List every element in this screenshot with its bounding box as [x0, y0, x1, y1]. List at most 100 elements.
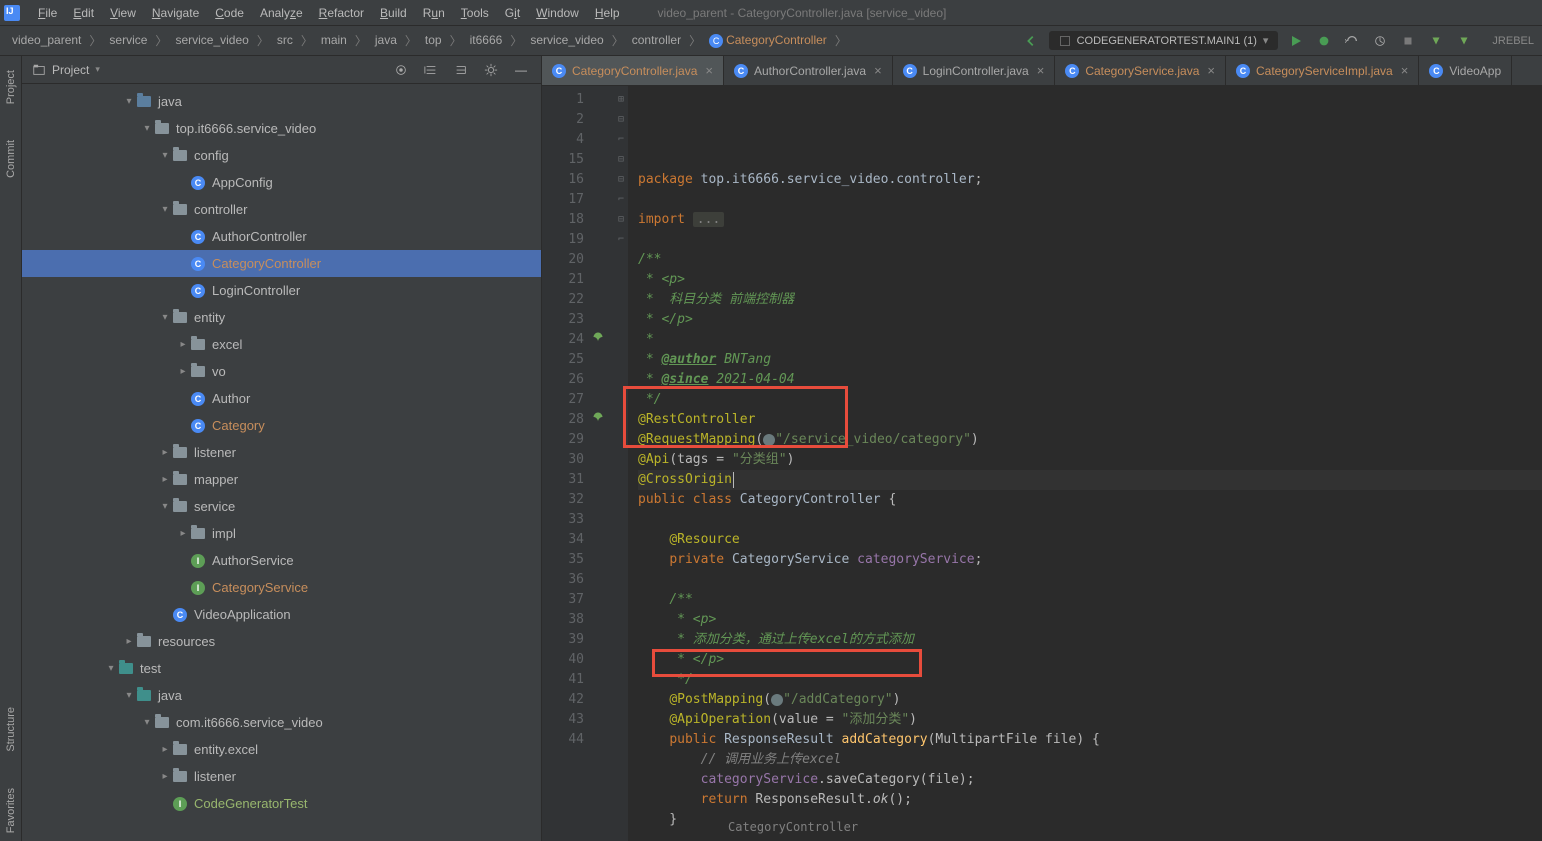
- tree-item[interactable]: ▸excel: [22, 331, 541, 358]
- menu-navigate[interactable]: Navigate: [144, 3, 207, 23]
- menu-refactor[interactable]: Refactor: [311, 3, 372, 23]
- toolbar-right: CODEGENERATORTEST.MAIN1 (1) ▾ JREBEL: [1021, 31, 1534, 51]
- tab-favorites[interactable]: Favorites: [3, 780, 19, 841]
- profile-button[interactable]: [1370, 31, 1390, 51]
- tree-item[interactable]: ▸impl: [22, 520, 541, 547]
- tree-item[interactable]: ▸vo: [22, 358, 541, 385]
- jrebel-button2[interactable]: [1454, 31, 1474, 51]
- tree-item[interactable]: ▾java: [22, 88, 541, 115]
- ide-logo: [4, 5, 20, 21]
- tree-item[interactable]: CLoginController: [22, 277, 541, 304]
- project-panel-title[interactable]: Project ▾: [32, 63, 100, 77]
- tree-item[interactable]: ▸listener: [22, 439, 541, 466]
- run-configuration[interactable]: CODEGENERATORTEST.MAIN1 (1) ▾: [1049, 31, 1279, 50]
- tab-project[interactable]: Project: [3, 62, 19, 112]
- editor-tab[interactable]: CCategoryServiceImpl.java×: [1226, 56, 1419, 85]
- gutter-fold[interactable]: ⊞⊟⌐⊟⊟⌐⊟⌐: [614, 86, 628, 841]
- editor-tab[interactable]: CVideoApp: [1419, 56, 1512, 85]
- tree-item[interactable]: ▾service: [22, 493, 541, 520]
- window-title: video_parent - CategoryController.java […: [658, 6, 947, 20]
- crumb[interactable]: it6666: [466, 31, 507, 49]
- back-button[interactable]: [1021, 31, 1041, 51]
- menu-tools[interactable]: Tools: [453, 3, 497, 23]
- menu-window[interactable]: Window: [528, 3, 587, 23]
- menu-build[interactable]: Build: [372, 3, 415, 23]
- close-icon[interactable]: ×: [872, 63, 882, 78]
- tree-item[interactable]: ▾com.it6666.service_video: [22, 709, 541, 736]
- crumb[interactable]: service: [105, 31, 151, 49]
- menu-git[interactable]: Git: [497, 3, 528, 23]
- close-icon[interactable]: ×: [1399, 63, 1409, 78]
- gutter-icons: [592, 86, 614, 841]
- editor-body: 1241516171819202122232425262728293031323…: [542, 86, 1542, 841]
- tree-item[interactable]: ▸entity.excel: [22, 736, 541, 763]
- crumb[interactable]: top: [421, 31, 446, 49]
- collapse-all-icon[interactable]: [451, 60, 471, 80]
- tree-item[interactable]: IAuthorService: [22, 547, 541, 574]
- close-icon[interactable]: ×: [1205, 63, 1215, 78]
- tree-item[interactable]: ▸listener: [22, 763, 541, 790]
- project-panel-header: Project ▾ —: [22, 56, 541, 84]
- menu-run[interactable]: Run: [415, 3, 453, 23]
- editor-tabs: CCategoryController.java×CAuthorControll…: [542, 56, 1542, 86]
- stop-button[interactable]: [1398, 31, 1418, 51]
- tree-item[interactable]: ▾java: [22, 682, 541, 709]
- editor-tab[interactable]: CCategoryService.java×: [1055, 56, 1226, 85]
- jrebel-button[interactable]: [1426, 31, 1446, 51]
- tree-item[interactable]: ICodeGeneratorTest: [22, 790, 541, 817]
- menubar: File Edit View Navigate Code Analyze Ref…: [0, 0, 1542, 26]
- navigation-bar: video_parent〉 service〉 service_video〉 sr…: [0, 26, 1542, 56]
- settings-icon[interactable]: [481, 60, 501, 80]
- crumb-active[interactable]: CCategoryController: [705, 31, 831, 50]
- menu-help[interactable]: Help: [587, 3, 628, 23]
- panel-toolbar: —: [391, 60, 531, 80]
- close-icon[interactable]: ×: [1035, 63, 1045, 78]
- crumb[interactable]: java: [371, 31, 401, 49]
- crumb[interactable]: service_video: [171, 31, 252, 49]
- tree-item[interactable]: ICategoryService: [22, 574, 541, 601]
- coverage-button[interactable]: [1342, 31, 1362, 51]
- editor-tab[interactable]: CCategoryController.java×: [542, 56, 724, 85]
- select-opened-icon[interactable]: [391, 60, 411, 80]
- close-icon[interactable]: ×: [703, 63, 713, 78]
- jrebel-label: JREBEL: [1492, 35, 1534, 47]
- menu-file[interactable]: File: [30, 3, 65, 23]
- crumb[interactable]: src: [273, 31, 297, 49]
- project-tree[interactable]: ▾java▾top.it6666.service_video▾configCAp…: [22, 84, 541, 841]
- editor-tab[interactable]: CLoginController.java×: [893, 56, 1056, 85]
- code-editor[interactable]: package top.it6666.service_video.control…: [628, 86, 1542, 841]
- tree-item[interactable]: ▾entity: [22, 304, 541, 331]
- editor-tab[interactable]: CAuthorController.java×: [724, 56, 893, 85]
- expand-all-icon[interactable]: [421, 60, 441, 80]
- tab-structure[interactable]: Structure: [3, 699, 19, 760]
- menu-edit[interactable]: Edit: [65, 3, 102, 23]
- tree-item[interactable]: CAuthor: [22, 385, 541, 412]
- tree-item[interactable]: ▸resources: [22, 628, 541, 655]
- breadcrumbs: video_parent〉 service〉 service_video〉 sr…: [8, 31, 849, 50]
- tree-item[interactable]: ▸mapper: [22, 466, 541, 493]
- menu-code[interactable]: Code: [207, 3, 252, 23]
- tree-item[interactable]: ▾top.it6666.service_video: [22, 115, 541, 142]
- menu-analyze[interactable]: Analyze: [252, 3, 311, 23]
- tree-item[interactable]: CCategoryController: [22, 250, 541, 277]
- crumb[interactable]: controller: [628, 31, 685, 49]
- tab-commit[interactable]: Commit: [3, 132, 19, 186]
- editor-area: CCategoryController.java×CAuthorControll…: [542, 56, 1542, 841]
- tree-item[interactable]: ▾controller: [22, 196, 541, 223]
- crumb[interactable]: video_parent: [8, 31, 85, 49]
- run-button[interactable]: [1286, 31, 1306, 51]
- tree-item[interactable]: CAppConfig: [22, 169, 541, 196]
- tree-item[interactable]: CVideoApplication: [22, 601, 541, 628]
- menu-view[interactable]: View: [102, 3, 144, 23]
- editor-breadcrumb[interactable]: CategoryController: [728, 817, 858, 837]
- tree-item[interactable]: ▾test: [22, 655, 541, 682]
- crumb[interactable]: main: [317, 31, 351, 49]
- hide-icon[interactable]: —: [511, 60, 531, 80]
- tree-item[interactable]: CAuthorController: [22, 223, 541, 250]
- crumb[interactable]: service_video: [526, 31, 607, 49]
- left-tool-tabs: Project Commit Structure Favorites: [0, 56, 22, 841]
- debug-button[interactable]: [1314, 31, 1334, 51]
- tree-item[interactable]: ▾config: [22, 142, 541, 169]
- project-panel: Project ▾ — ▾java▾top.it6666.service_vid…: [22, 56, 542, 841]
- tree-item[interactable]: CCategory: [22, 412, 541, 439]
